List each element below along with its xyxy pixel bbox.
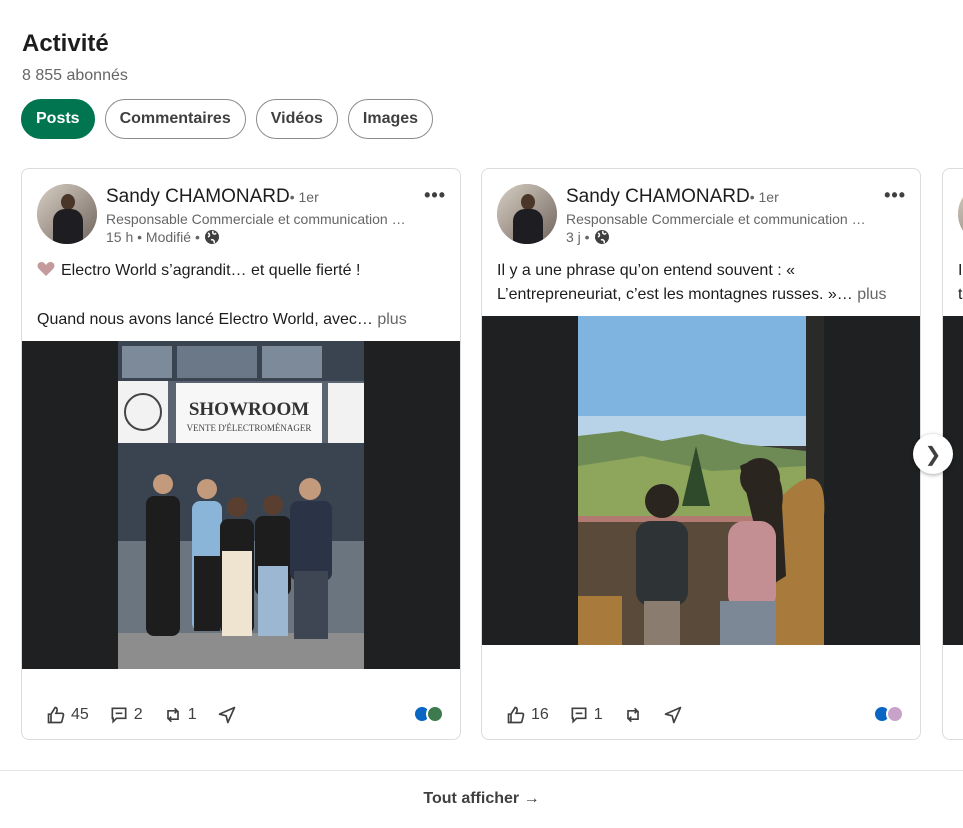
connection-degree: • 1er: [289, 189, 319, 205]
filter-bar: Posts Commentaires Vidéos Images: [21, 99, 434, 139]
post-image[interactable]: [482, 316, 920, 645]
globe-icon: [204, 230, 219, 244]
reactor-avatars[interactable]: [873, 705, 904, 723]
post-meta: 15 h • Modifié •: [106, 229, 220, 245]
comment-count: 1: [593, 706, 603, 723]
author-name[interactable]: Sandy CHAMONARD• 1er: [566, 186, 779, 208]
reactor-avatars[interactable]: [413, 705, 444, 723]
comment-icon: [571, 707, 587, 724]
send-icon: [664, 706, 682, 724]
post-text-line: L’entrepreneuriat, c’est les montagnes r…: [497, 286, 887, 303]
arrow-right-icon: →: [523, 790, 540, 807]
chevron-right-icon[interactable]: ❯: [913, 434, 953, 474]
post-text: Il y a une phrase qu’on entend souvent :…: [497, 262, 795, 279]
post-actions: 45 2 1: [46, 705, 237, 725]
comment-icon: [111, 707, 127, 724]
filter-posts[interactable]: Posts: [21, 99, 95, 139]
send-button[interactable]: [217, 705, 237, 725]
showroom-sign: SHOWROOM: [189, 399, 309, 420]
post-actions: 16 1: [506, 705, 683, 725]
filter-comments[interactable]: Commentaires: [104, 99, 246, 139]
like-icon: [507, 706, 525, 724]
send-icon: [218, 706, 235, 724]
repost-button[interactable]: 1: [163, 705, 197, 725]
more-icon[interactable]: •••: [884, 185, 906, 206]
post-text-line: t: [958, 286, 963, 303]
avatar[interactable]: [497, 184, 557, 244]
post-time: 15 h • Modifié •: [106, 229, 200, 245]
author-name[interactable]: Sandy CHAMONARD• 1er: [106, 186, 319, 208]
more-icon[interactable]: •••: [424, 185, 446, 206]
like-button[interactable]: 16: [506, 705, 549, 725]
show-all-link[interactable]: Tout afficher →: [0, 790, 963, 808]
heart-icon: [37, 262, 55, 276]
connection-degree: • 1er: [749, 189, 779, 205]
post-text: I: [958, 262, 963, 279]
like-button[interactable]: 45: [46, 705, 89, 725]
section-title: Activité: [22, 30, 109, 57]
repost-icon: [626, 707, 639, 723]
comment-button[interactable]: 2: [109, 705, 143, 725]
post-card[interactable]: Sandy CHAMONARD• 1er Responsable Commerc…: [21, 168, 461, 740]
reaction-count: 16: [531, 706, 549, 723]
filter-images[interactable]: Images: [347, 99, 434, 139]
author-headline: Responsable Commerciale et communication…: [566, 211, 866, 227]
like-icon: [47, 706, 65, 724]
comment-count: 2: [133, 706, 143, 723]
send-button[interactable]: [663, 705, 683, 725]
post-text-line: Quand nous avons lancé Electro World, av…: [37, 311, 407, 328]
repost-button[interactable]: [623, 705, 643, 725]
see-more-link[interactable]: plus: [857, 286, 886, 303]
post-card[interactable]: Sandy CHAMONARD• 1er Responsable Commerc…: [481, 168, 921, 740]
author-headline: Responsable Commerciale et communication…: [106, 211, 406, 227]
post-time: 3 j •: [566, 229, 590, 245]
post-image[interactable]: SHOWROOM VENTE D'ÉLECTROMÉNAGER: [22, 341, 460, 669]
repost-count: 1: [187, 706, 197, 723]
avatar[interactable]: [958, 184, 963, 244]
avatar[interactable]: [37, 184, 97, 244]
post-text: Electro World s’agrandit… et quelle fier…: [37, 259, 445, 283]
divider: [0, 770, 963, 771]
filter-videos[interactable]: Vidéos: [255, 99, 338, 139]
reaction-count: 45: [71, 706, 89, 723]
showroom-subtitle: VENTE D'ÉLECTROMÉNAGER: [187, 423, 312, 433]
repost-icon: [166, 707, 179, 723]
followers-count: 8 855 abonnés: [22, 67, 128, 84]
globe-icon: [594, 230, 609, 244]
comment-button[interactable]: 1: [569, 705, 603, 725]
see-more-link[interactable]: plus: [377, 311, 406, 328]
post-image[interactable]: [943, 316, 963, 645]
post-meta: 3 j •: [566, 229, 610, 245]
